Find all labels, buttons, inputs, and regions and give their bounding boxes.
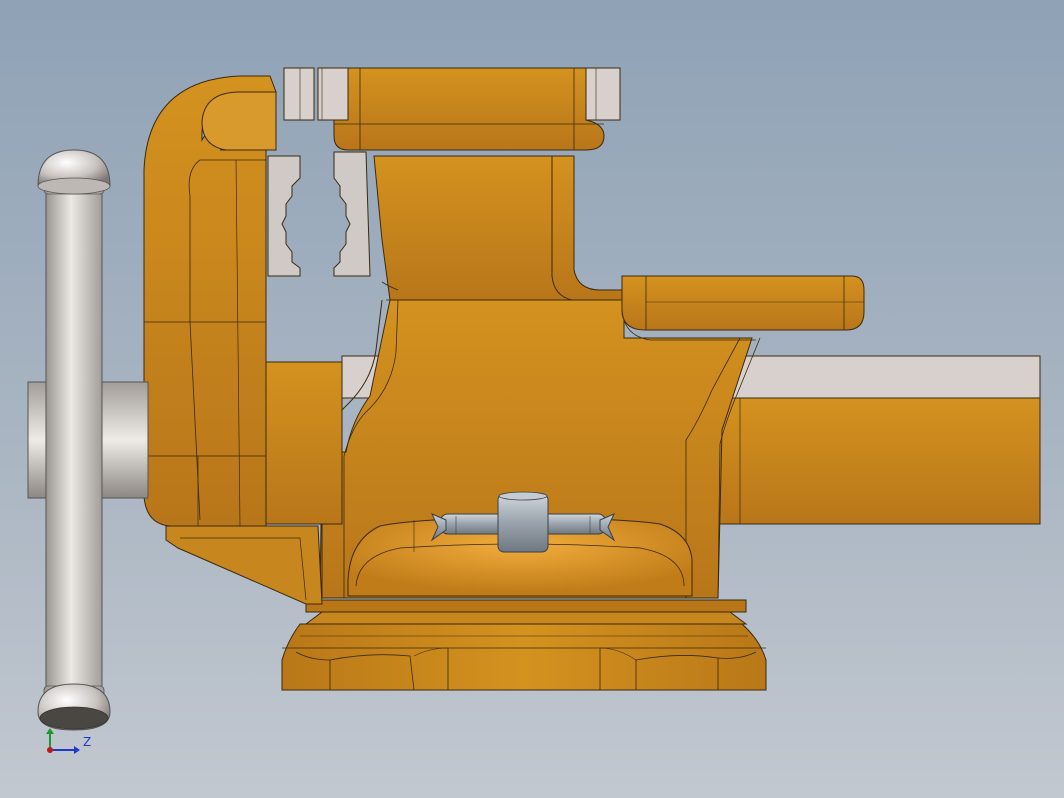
pipe-jaws	[267, 151, 371, 277]
coordinate-triad: Z	[46, 728, 91, 754]
origin-point	[47, 747, 53, 753]
y-axis-arrowhead	[46, 728, 54, 734]
z-axis-label: Z	[83, 735, 91, 749]
swivel-base[interactable]	[281, 599, 767, 691]
cad-viewport[interactable]: Z	[0, 0, 1064, 798]
handle[interactable]	[27, 149, 149, 731]
z-axis-arrowhead	[74, 746, 80, 754]
jaw-block[interactable]	[283, 67, 621, 151]
movable-jaw[interactable]	[143, 75, 343, 605]
anvil[interactable]	[621, 275, 865, 341]
vise-model-scene[interactable]	[0, 0, 1064, 798]
